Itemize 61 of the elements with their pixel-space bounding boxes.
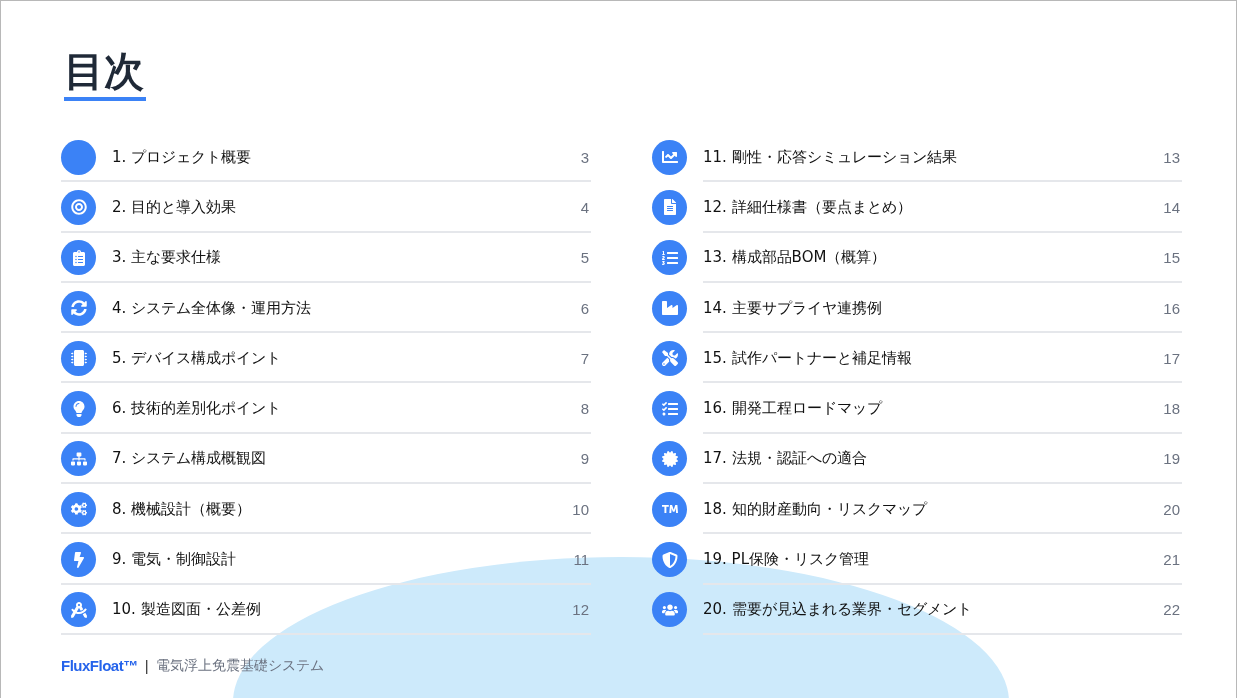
- toc-entry[interactable]: 12. 詳細仕様書（要点まとめ）: [703, 197, 912, 217]
- toc-entry[interactable]: 18. 知的財産動向・リスクマップ: [703, 499, 927, 519]
- toc-entry[interactable]: 7. システム構成概観図: [112, 449, 267, 469]
- numbered-list-icon: [661, 249, 678, 266]
- separator: |: [144, 657, 149, 675]
- hierarchy-icon: [70, 450, 87, 467]
- page-number: 12: [572, 601, 590, 619]
- clipboard-icon: [70, 249, 87, 266]
- page-number: 7: [580, 349, 590, 367]
- toc-entry[interactable]: 6. 技術的差別化ポイント: [112, 399, 282, 419]
- page-number: 21: [1163, 551, 1181, 568]
- toc-entry[interactable]: 17. 法規・認証への適合: [703, 449, 867, 469]
- page-number: 11: [573, 551, 590, 568]
- toc-entry[interactable]: 8. 機械設計（概要）: [112, 499, 252, 519]
- toc-entry[interactable]: 9. 電気・制御設計: [112, 550, 237, 569]
- page-number: 8: [580, 400, 590, 418]
- page-number: 15: [1163, 249, 1181, 267]
- toc-entry[interactable]: 11. 剛性・応答シミュレーション結果: [703, 147, 957, 167]
- tools-icon: [661, 350, 678, 367]
- page-number: 18: [1163, 400, 1181, 418]
- page-number: 20: [1163, 500, 1181, 518]
- subtitle: 電気浮上免震基礎システム: [155, 656, 324, 675]
- toc-entry[interactable]: 20. 需要が見込まれる業界・セグメント: [703, 600, 972, 620]
- page-number: 9: [580, 450, 590, 468]
- lightbulb-icon: [70, 400, 87, 417]
- target-icon: [70, 199, 87, 216]
- toc-entry[interactable]: 19. PL保険・リスク管理: [703, 550, 870, 569]
- line-chart-icon: [661, 149, 678, 166]
- page-number: 13: [1163, 148, 1181, 166]
- toc-entry[interactable]: 4. システム全体像・運用方法: [112, 298, 312, 318]
- page-title: 目次: [64, 45, 146, 101]
- page-number: 5: [580, 249, 590, 267]
- page-number: 6: [580, 299, 590, 317]
- page-number: 16: [1163, 299, 1181, 317]
- circle-icon: [61, 139, 96, 175]
- chip-icon: [70, 350, 87, 367]
- page-number: 17: [1163, 349, 1181, 367]
- seal-icon: [661, 450, 678, 467]
- page-number: 10: [572, 500, 590, 518]
- toc-entry[interactable]: 2. 目的と導入効果: [112, 197, 237, 217]
- toc-entry[interactable]: 15. 試作パートナーと補足情報: [703, 348, 912, 368]
- toc-entry[interactable]: 1. プロジェクト概要: [112, 147, 252, 167]
- compass-icon: [70, 601, 87, 618]
- page-number: 14: [1163, 198, 1181, 216]
- page-number: 22: [1163, 601, 1181, 619]
- toc-entry[interactable]: 13. 構成部品BOM（概算）: [703, 248, 887, 268]
- sync-icon: [70, 300, 87, 317]
- document-icon: [661, 199, 678, 216]
- toc-entry[interactable]: 16. 開発工程ロードマップ: [703, 399, 882, 419]
- gears-icon: [70, 501, 87, 518]
- factory-icon: [661, 300, 678, 317]
- page-number: 4: [580, 198, 590, 216]
- page-number: 3: [580, 148, 590, 166]
- toc-entry[interactable]: 5. デバイス構成ポイント: [112, 348, 282, 368]
- shield-icon: [661, 551, 678, 568]
- page-number: 19: [1163, 450, 1181, 468]
- toc-entry[interactable]: 10. 製造図面・公差例: [112, 600, 261, 620]
- toc-entry[interactable]: 14. 主要サプライヤ連携例: [703, 298, 882, 318]
- checklist-icon: [661, 400, 678, 417]
- brand-name: FluxFloat™: [61, 657, 138, 675]
- toc-entry[interactable]: 3. 主な要求仕様: [112, 248, 222, 268]
